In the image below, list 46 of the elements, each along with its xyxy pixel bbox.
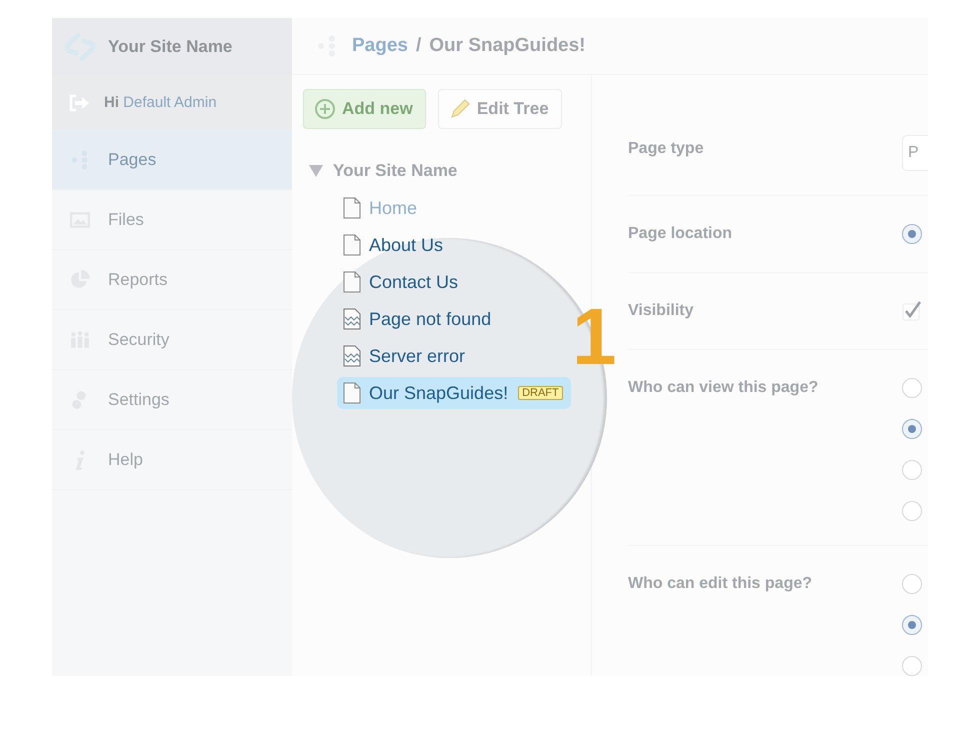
- tree-item[interactable]: Home: [337, 192, 571, 224]
- add-new-button[interactable]: Add new: [303, 89, 426, 129]
- edit-tree-button[interactable]: Edit Tree: [438, 89, 562, 129]
- user-greeting: Hi Default Admin: [104, 94, 217, 111]
- radio-button[interactable]: [902, 501, 922, 521]
- sidebar-item[interactable]: Reports: [52, 250, 292, 310]
- triangle-icon: [309, 165, 323, 177]
- field-label: Page location: [628, 224, 734, 244]
- tree-item[interactable]: About Us: [337, 229, 571, 261]
- tree-item[interactable]: Our SnapGuides! DRAFT: [337, 377, 571, 409]
- page-icon: [343, 197, 361, 219]
- radio-button[interactable]: [902, 419, 922, 439]
- sidebar-item[interactable]: Security: [52, 310, 292, 370]
- page-type-select[interactable]: P: [902, 135, 928, 171]
- breadcrumb-separator: /: [416, 35, 422, 57]
- sidebar-item[interactable]: Files: [52, 190, 292, 250]
- page-icon: [343, 271, 361, 293]
- radio-button[interactable]: [902, 460, 922, 480]
- tree-item[interactable]: Contact Us: [337, 266, 571, 298]
- plus-icon: [314, 98, 336, 120]
- broken-page-icon: [343, 308, 361, 330]
- tree-root[interactable]: Your Site Name: [303, 155, 591, 187]
- checkbox[interactable]: [902, 301, 922, 321]
- field-label: Page type: [628, 139, 705, 159]
- pencil-icon: [448, 98, 471, 120]
- tree-item[interactable]: Server error: [337, 340, 571, 372]
- page-title: Our SnapGuides!: [429, 35, 586, 57]
- broken-page-icon: [343, 345, 361, 367]
- breadcrumb-link[interactable]: Pages: [352, 35, 408, 57]
- radio-button[interactable]: [902, 656, 922, 676]
- field-label: Who can edit this page?: [628, 574, 814, 594]
- draft-badge: DRAFT: [518, 386, 563, 400]
- page-icon: [343, 234, 361, 256]
- sidebar-item[interactable]: Pages: [52, 130, 292, 190]
- field-label: Visibility: [628, 301, 695, 321]
- step-number: 1: [572, 297, 616, 377]
- radio-button[interactable]: [902, 224, 922, 244]
- sidebar-item[interactable]: Help: [52, 430, 292, 490]
- page-icon: [343, 382, 361, 404]
- radio-button[interactable]: [902, 615, 922, 635]
- field-label: Who can view this page?: [628, 378, 820, 398]
- radio-button[interactable]: [902, 378, 922, 398]
- site-name: Your Site Name: [108, 36, 232, 56]
- tree-item[interactable]: Page not found: [337, 303, 571, 335]
- radio-button[interactable]: [902, 574, 922, 594]
- sidebar-item[interactable]: Settings: [52, 370, 292, 430]
